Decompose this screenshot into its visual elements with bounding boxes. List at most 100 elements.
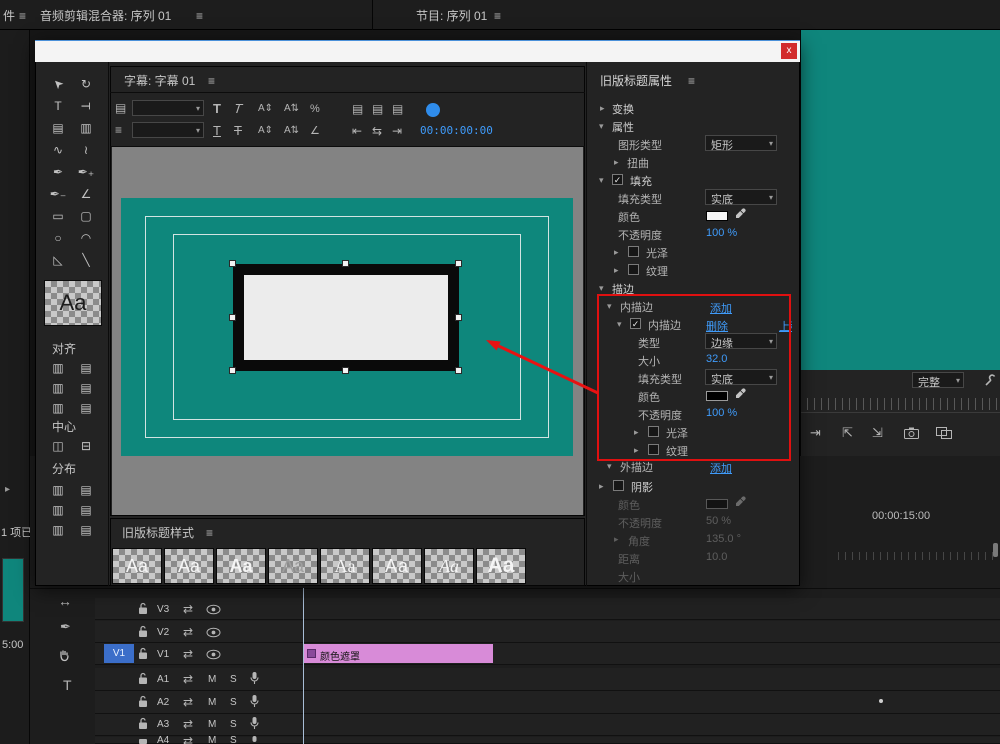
- lock-icon[interactable]: [138, 695, 148, 708]
- ellipse-tool-icon[interactable]: ○: [46, 230, 70, 246]
- zoom-level-select[interactable]: 完整▾: [912, 372, 964, 388]
- track-label-a1[interactable]: A1: [157, 674, 169, 686]
- chevron-right-icon[interactable]: ▸: [5, 485, 10, 495]
- distribute-horiz-center-icon[interactable]: ▥: [46, 502, 70, 518]
- mute-button[interactable]: M: [208, 674, 216, 686]
- vertical-area-type-tool-icon[interactable]: ▥: [74, 120, 98, 136]
- pen-tool-icon[interactable]: ✒: [46, 164, 70, 180]
- background-video-icon[interactable]: [426, 103, 440, 117]
- style-swatch[interactable]: Aa: [424, 548, 474, 584]
- align-vert-center-icon[interactable]: ▤: [74, 380, 98, 396]
- line-tool-icon[interactable]: ╲: [74, 252, 98, 268]
- track-label-v3[interactable]: V3: [157, 604, 169, 616]
- style-swatch[interactable]: Aa: [372, 548, 422, 584]
- expander-distort[interactable]: ▸: [614, 158, 619, 167]
- slant-icon[interactable]: ∠: [310, 126, 320, 137]
- italic-icon[interactable]: T: [234, 102, 242, 115]
- scrollbar-thumb[interactable]: [993, 543, 998, 557]
- style-swatch[interactable]: Aa: [320, 548, 370, 584]
- type-tool-icon[interactable]: T: [63, 678, 72, 692]
- eyedropper-icon[interactable]: [734, 208, 746, 220]
- add-anchor-tool-icon[interactable]: ✒₊: [74, 164, 98, 180]
- distribute-vert-bottom-icon[interactable]: ▤: [74, 522, 98, 538]
- pen-tool-icon[interactable]: ✒: [60, 620, 71, 633]
- lock-icon[interactable]: [138, 647, 148, 660]
- sync-lock-icon[interactable]: ⇄: [183, 673, 193, 685]
- rectangle-tool-icon[interactable]: ▭: [46, 208, 70, 224]
- rotation-tool-icon[interactable]: ↻: [74, 76, 98, 92]
- style-swatch[interactable]: Aa: [164, 548, 214, 584]
- arc-tool-icon[interactable]: ◠: [74, 230, 98, 246]
- align-vert-bottom-icon[interactable]: ▤: [74, 400, 98, 416]
- align-vert-top-icon[interactable]: ▤: [74, 360, 98, 376]
- expander-shadow[interactable]: ▸: [599, 482, 604, 491]
- handle-top-left[interactable]: [229, 260, 236, 267]
- align-left-icon[interactable]: ▤: [352, 103, 363, 115]
- settings-wrench-icon[interactable]: [984, 374, 997, 387]
- sync-lock-icon[interactable]: ⇄: [183, 735, 193, 744]
- panel-menu-icon[interactable]: ≡: [196, 10, 203, 22]
- hand-tool-icon[interactable]: [58, 648, 71, 662]
- handle-mid-left[interactable]: [229, 314, 236, 321]
- fill-texture-checkbox[interactable]: [628, 264, 639, 275]
- selection-tool-icon[interactable]: ➤: [46, 76, 70, 92]
- clip-color-matte[interactable]: 颜色遮罩: [303, 644, 493, 663]
- tab-stops-right-icon[interactable]: ⇥: [392, 125, 402, 137]
- expander-strokes[interactable]: ▾: [599, 284, 604, 293]
- sync-lock-icon[interactable]: ⇄: [183, 696, 193, 708]
- fill-color-swatch[interactable]: [706, 211, 728, 221]
- mic-icon[interactable]: [250, 671, 259, 685]
- lock-icon[interactable]: [138, 602, 148, 615]
- track-label-a3[interactable]: A3: [157, 719, 169, 731]
- fill-type-select[interactable]: 实底▾: [705, 189, 777, 205]
- tab-left-partial[interactable]: 件: [3, 9, 15, 23]
- vertical-type-tool-icon[interactable]: T: [74, 98, 98, 114]
- fill-checkbox[interactable]: ✓: [612, 174, 623, 185]
- eye-icon[interactable]: [206, 627, 221, 638]
- eye-icon[interactable]: [206, 604, 221, 615]
- center-horizontal-icon[interactable]: ◫: [46, 438, 70, 454]
- tab-stops-center-icon[interactable]: ⇆: [372, 125, 382, 137]
- goto-out-icon[interactable]: ⇥: [810, 426, 821, 439]
- handle-bottom-left[interactable]: [229, 367, 236, 374]
- mute-button[interactable]: M: [208, 735, 216, 744]
- align-horiz-right-icon[interactable]: ▥: [46, 400, 70, 416]
- expander-properties[interactable]: ▾: [599, 122, 604, 131]
- type-tool-icon[interactable]: T: [46, 98, 70, 114]
- lift-icon[interactable]: ⇱: [842, 426, 853, 439]
- solo-button[interactable]: S: [230, 735, 237, 744]
- bold-icon[interactable]: T: [213, 102, 221, 115]
- panel-menu-icon[interactable]: ≡: [688, 75, 695, 87]
- handle-bottom-center[interactable]: [342, 367, 349, 374]
- track-label-v2[interactable]: V2: [157, 627, 169, 639]
- lock-icon[interactable]: [138, 625, 148, 638]
- small-caps-icon[interactable]: A⇕: [258, 104, 273, 114]
- mic-icon[interactable]: [250, 735, 259, 744]
- styles-toggle-icon[interactable]: ▤: [115, 102, 126, 114]
- shadow-checkbox[interactable]: [613, 480, 624, 491]
- leading-icon[interactable]: A⇅: [284, 104, 299, 114]
- extract-icon[interactable]: ⇲: [872, 426, 883, 439]
- align-horiz-center-icon[interactable]: ▥: [46, 380, 70, 396]
- handle-bottom-right[interactable]: [455, 367, 462, 374]
- expander-fill-texture[interactable]: ▸: [614, 266, 619, 275]
- playhead[interactable]: [303, 588, 304, 744]
- align-center-icon[interactable]: ▤: [372, 103, 383, 115]
- mute-button[interactable]: M: [208, 697, 216, 709]
- handle-mid-right[interactable]: [455, 314, 462, 321]
- mic-icon[interactable]: [250, 694, 259, 708]
- add-outer-stroke-link[interactable]: 添加: [710, 460, 732, 476]
- align-horiz-left-icon[interactable]: ▥: [46, 360, 70, 376]
- fill-opacity-value[interactable]: 100 %: [706, 227, 737, 239]
- distribute-vert-center-icon[interactable]: ▤: [74, 502, 98, 518]
- expander-fill[interactable]: ▾: [599, 176, 604, 185]
- kerning-icon[interactable]: A⇕: [258, 126, 273, 136]
- lock-icon[interactable]: [138, 672, 148, 685]
- eye-icon[interactable]: [206, 649, 221, 660]
- wedge-tool-icon[interactable]: ◺: [46, 252, 70, 268]
- font-style-select[interactable]: ▾: [132, 122, 204, 138]
- lock-icon[interactable]: [138, 717, 148, 730]
- graphic-type-select[interactable]: 矩形▾: [705, 135, 777, 151]
- expander-transform[interactable]: ▸: [600, 104, 605, 113]
- templates-icon[interactable]: ≡: [115, 124, 122, 136]
